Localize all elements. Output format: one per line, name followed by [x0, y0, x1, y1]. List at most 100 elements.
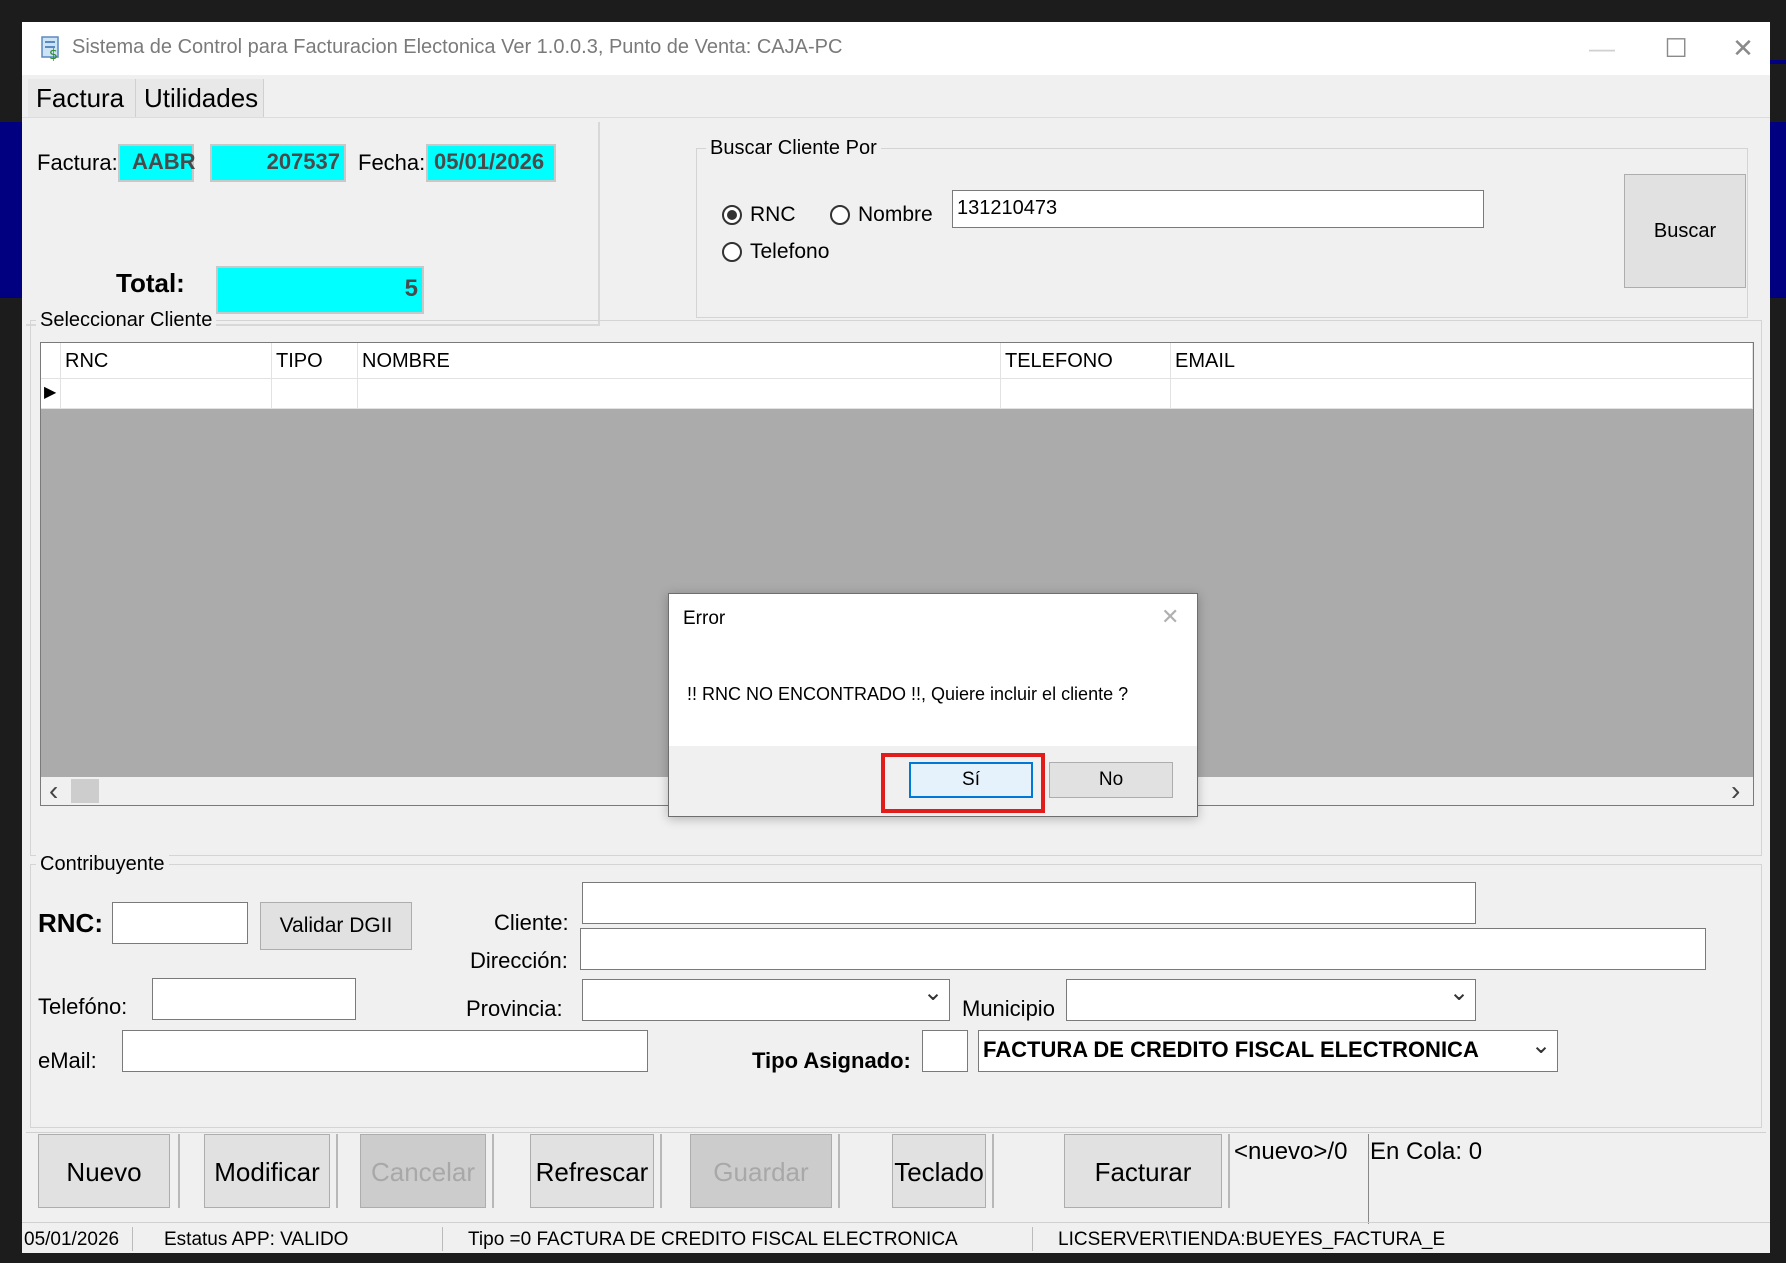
- background-line-right: [1768, 60, 1786, 64]
- toolbar-separator: [660, 1134, 662, 1208]
- radio-telefono[interactable]: Telefono: [722, 240, 842, 266]
- toolbar-separator: [1368, 1134, 1369, 1224]
- svg-text:$: $: [49, 47, 58, 61]
- row-marker-cell[interactable]: ▶: [41, 379, 61, 409]
- validar-dgii-button[interactable]: Validar DGII: [260, 902, 412, 950]
- table-row-cell-telefono[interactable]: [1001, 379, 1171, 409]
- facturar-button[interactable]: Facturar: [1064, 1134, 1222, 1208]
- buscar-button[interactable]: Buscar: [1624, 174, 1746, 288]
- rnc-input[interactable]: [112, 902, 248, 944]
- col-email[interactable]: EMAIL: [1171, 343, 1753, 379]
- toolbar-separator: [838, 1134, 840, 1208]
- scroll-left-icon[interactable]: ‹: [49, 775, 58, 807]
- cola-text: En Cola: 0: [1370, 1138, 1483, 1165]
- buscar-input[interactable]: 131210473: [952, 190, 1484, 228]
- chevron-down-icon[interactable]: ⌄: [1531, 1027, 1551, 1065]
- contribuyente-title: Contribuyente: [36, 853, 169, 876]
- fecha-label: Fecha:: [358, 150, 426, 175]
- background-band-left: [0, 122, 22, 298]
- radio-nombre[interactable]: Nombre: [830, 203, 950, 229]
- telefono-label: Telefóno:: [38, 994, 128, 1019]
- table-row-cell-nombre[interactable]: [358, 379, 1001, 409]
- radio-telefono-label: Telefono: [750, 240, 830, 263]
- main-window: $ Sistema de Control para Facturacion El…: [22, 22, 1770, 1253]
- radio-selected-dot: [727, 210, 737, 220]
- minimize-icon[interactable]: —: [1570, 30, 1634, 66]
- maximize-icon[interactable]: ☐: [1644, 30, 1708, 66]
- window-title: Sistema de Control para Facturacion Elec…: [72, 36, 843, 58]
- nuevo-button[interactable]: Nuevo: [38, 1134, 170, 1208]
- menu-factura[interactable]: Factura: [28, 79, 136, 117]
- chevron-down-icon[interactable]: ⌄: [923, 976, 943, 1010]
- status-tipo: Tipo =0 FACTURA DE CREDITO FISCAL ELECTR…: [468, 1229, 958, 1250]
- municipio-select[interactable]: ⌄: [1066, 979, 1476, 1021]
- close-icon[interactable]: ✕: [1720, 30, 1766, 66]
- status-fecha: 05/01/2026: [24, 1229, 120, 1250]
- scroll-thumb[interactable]: [71, 779, 99, 803]
- radio-rnc-circle[interactable]: [722, 205, 742, 225]
- dialog-title: Error: [683, 608, 726, 629]
- rnc-label: RNC:: [38, 908, 103, 938]
- provincia-select[interactable]: ⌄: [582, 979, 950, 1021]
- status-divider: [132, 1227, 133, 1251]
- cliente-label: Cliente:: [494, 910, 569, 935]
- col-tipo[interactable]: TIPO: [272, 343, 358, 379]
- teclado-button[interactable]: Teclado: [892, 1134, 986, 1208]
- scroll-right-icon[interactable]: ›: [1731, 775, 1740, 807]
- status-divider: [442, 1227, 443, 1251]
- dialog-close-icon[interactable]: ✕: [1161, 604, 1179, 630]
- toolbar-separator: [492, 1134, 494, 1208]
- col-rnc[interactable]: RNC: [61, 343, 272, 379]
- status-divider: [1032, 1227, 1033, 1251]
- modificar-button[interactable]: Modificar: [204, 1134, 330, 1208]
- tipo-asignado-label: Tipo Asignado:: [752, 1048, 911, 1073]
- status-server: LICSERVER\TIENDA:BUEYES_FACTURA_E: [1058, 1229, 1446, 1250]
- email-input[interactable]: [122, 1030, 648, 1072]
- toolbar-separator: [992, 1134, 994, 1208]
- tipo-asignado-select[interactable]: FACTURA DE CREDITO FISCAL ELECTRONICA ⌄: [978, 1030, 1558, 1072]
- telefono-input[interactable]: [152, 978, 356, 1020]
- table-row-cell-tipo[interactable]: [272, 379, 358, 409]
- refrescar-button[interactable]: Refrescar: [530, 1134, 654, 1208]
- app-icon: $: [40, 35, 62, 63]
- status-estatus: Estatus APP: VALIDO: [164, 1229, 349, 1250]
- tipo-asignado-value: FACTURA DE CREDITO FISCAL ELECTRONICA: [983, 1037, 1479, 1062]
- factura-numero-field[interactable]: 207537: [210, 144, 346, 182]
- radio-rnc-label: RNC: [750, 203, 796, 226]
- table-row-cell-rnc[interactable]: [61, 379, 272, 409]
- no-button[interactable]: No: [1049, 762, 1173, 798]
- radio-rnc[interactable]: RNC: [722, 203, 822, 229]
- buscar-cliente-title: Buscar Cliente Por: [706, 137, 881, 160]
- guardar-button[interactable]: Guardar: [690, 1134, 832, 1208]
- fecha-field[interactable]: 05/01/2026: [426, 144, 556, 182]
- direccion-input[interactable]: [580, 928, 1706, 970]
- current-row-icon: ▶: [44, 384, 57, 401]
- col-telefono[interactable]: TELEFONO: [1001, 343, 1171, 379]
- status-bar: 05/01/2026 Estatus APP: VALIDO Tipo =0 F…: [22, 1222, 1770, 1253]
- toolbar-separator: [1228, 1134, 1230, 1208]
- error-dialog: Error ✕ !! RNC NO ENCONTRADO !!, Quiere …: [668, 593, 1198, 817]
- toolbar-separator: [178, 1134, 180, 1208]
- provincia-label: Provincia:: [466, 996, 563, 1021]
- tipo-code-input[interactable]: [922, 1030, 968, 1072]
- dialog-message: !! RNC NO ENCONTRADO !!, Quiere incluir …: [687, 684, 1129, 704]
- background-band-right: [1768, 122, 1786, 298]
- radio-telefono-circle[interactable]: [722, 242, 742, 262]
- grid-corner: [41, 343, 61, 379]
- estado-text: <nuevo>/0: [1234, 1138, 1348, 1165]
- municipio-label: Municipio: [962, 996, 1055, 1021]
- email-label: eMail:: [38, 1048, 97, 1073]
- factura-label: Factura:: [37, 150, 118, 175]
- col-nombre[interactable]: NOMBRE: [358, 343, 1001, 379]
- yes-button[interactable]: Sí: [909, 762, 1033, 798]
- factura-serie-field[interactable]: AABR: [118, 144, 196, 182]
- cancelar-button[interactable]: Cancelar: [360, 1134, 486, 1208]
- radio-nombre-circle[interactable]: [830, 205, 850, 225]
- total-label: Total:: [116, 268, 185, 298]
- total-field: 5: [216, 266, 424, 314]
- table-row-cell-email[interactable]: [1171, 379, 1753, 409]
- chevron-down-icon[interactable]: ⌄: [1449, 976, 1469, 1010]
- cliente-input[interactable]: [582, 882, 1476, 924]
- direccion-label: Dirección:: [470, 948, 568, 973]
- menu-utilidades[interactable]: Utilidades: [136, 79, 264, 117]
